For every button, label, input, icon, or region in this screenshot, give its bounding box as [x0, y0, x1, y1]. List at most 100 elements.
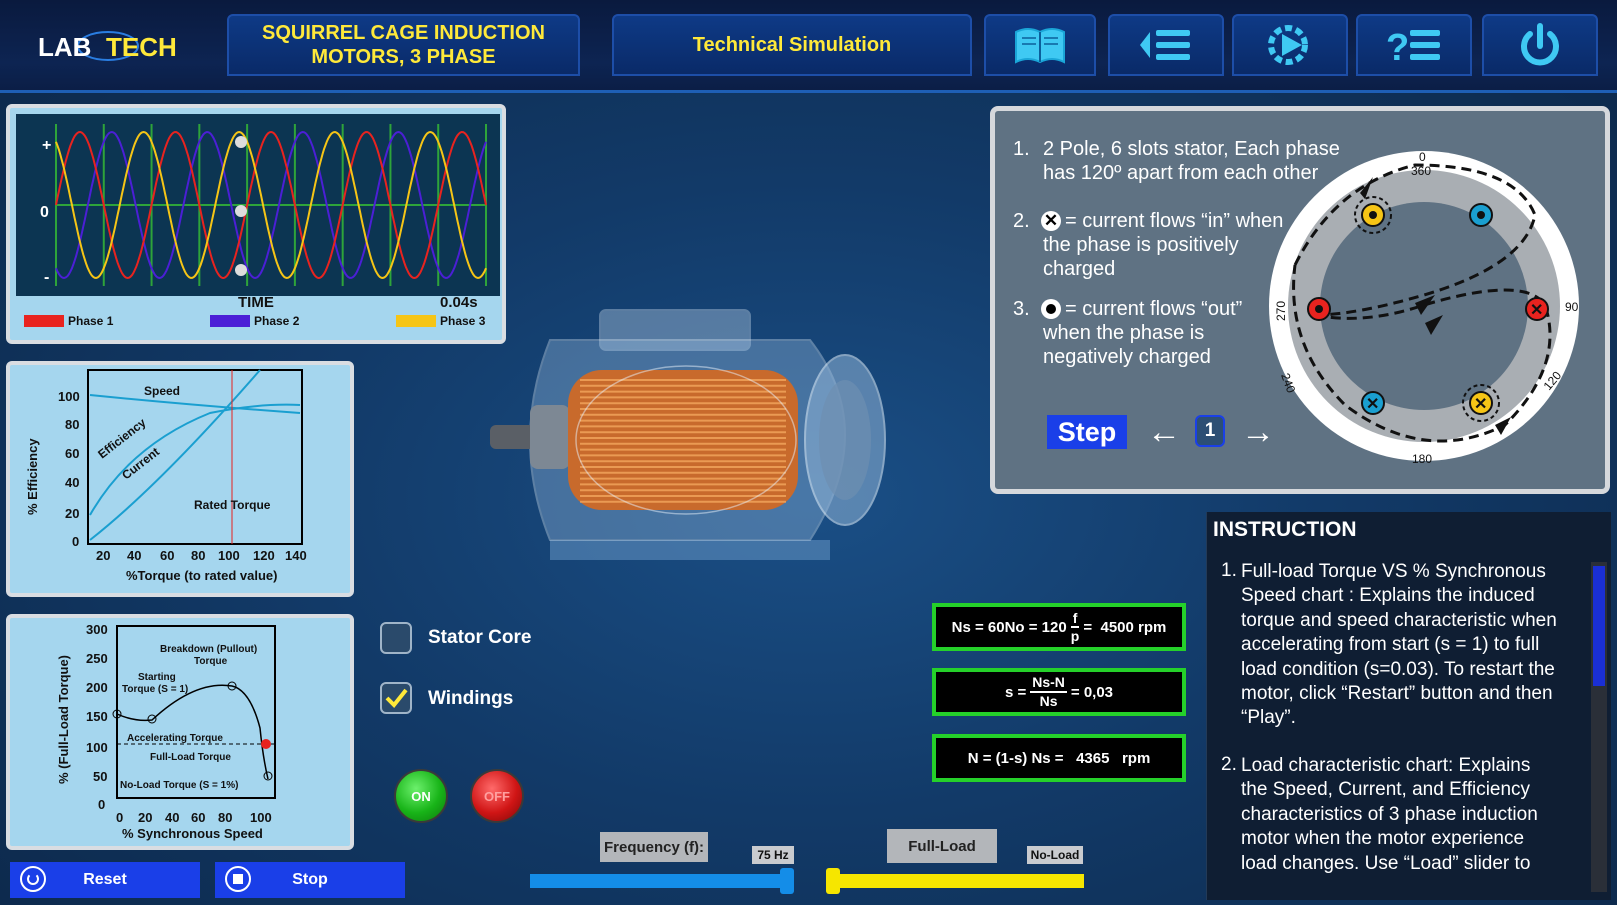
- stator-core-checkbox[interactable]: [380, 622, 412, 654]
- x-axis-label: % Synchronous Speed: [122, 826, 263, 841]
- full-load-label: Full-Load Torque: [150, 752, 231, 763]
- info-item-2: 2. ✕ = current flows “in” when the phase…: [1013, 209, 1283, 280]
- motor-3d-model[interactable]: [490, 300, 900, 580]
- current-out-icon: [1041, 299, 1061, 319]
- item-number: 1.: [1013, 138, 1030, 160]
- item-3-line-3: negatively charged: [1043, 346, 1211, 368]
- x-tick: 80: [191, 548, 205, 563]
- labtech-logo: LAB TECH: [36, 26, 177, 66]
- item-3-line-2: when the phase is: [1043, 322, 1205, 344]
- on-button[interactable]: ON: [394, 769, 448, 823]
- phase-marker: [235, 136, 247, 148]
- instruction-line: motor when the motor experience: [1241, 828, 1525, 850]
- instruction-title: INSTRUCTION: [1213, 518, 1357, 541]
- degree-90-label: 90: [1565, 300, 1579, 314]
- step-prev-button[interactable]: ←: [1147, 413, 1181, 452]
- torque-speed-chart: 300 250 200 150 100 50 0 0 20 40 60 80 1…: [56, 622, 276, 841]
- operating-point: [261, 739, 271, 749]
- simulation-button[interactable]: [1232, 14, 1348, 76]
- phase-3-swatch: [396, 315, 436, 327]
- legend-phase-2: Phase 2: [210, 314, 299, 328]
- off-button[interactable]: OFF: [470, 769, 524, 823]
- instruction-line: load changes. Use “Load” slider to: [1241, 852, 1531, 874]
- no-load-label: No-Load Torque (S = 1%): [120, 780, 238, 791]
- load-label: Full-Load: [887, 829, 997, 863]
- help-button[interactable]: ?: [1356, 14, 1472, 76]
- frequency-slider-thumb[interactable]: [780, 868, 794, 894]
- svg-text:TECH: TECH: [106, 32, 176, 62]
- svg-text:✕: ✕: [1366, 396, 1379, 413]
- y-tick: 40: [65, 475, 79, 490]
- instruction-scrollbar[interactable]: [1591, 562, 1607, 892]
- ns-equation-left: Ns = 60No = 120: [951, 618, 1067, 636]
- y-tick: 100: [86, 740, 108, 755]
- stop-button[interactable]: Stop: [215, 862, 405, 898]
- menu-button[interactable]: [1108, 14, 1224, 76]
- stator-diagram: 0 360 90 120 180 240 270 ✕ ✕ ✕: [1269, 150, 1579, 466]
- item-number: 3.: [1013, 298, 1030, 320]
- x-tick: 60: [160, 548, 174, 563]
- instruction-line: Full-load Torque VS % Synchronous: [1241, 561, 1546, 582]
- waveform-plot: + 0 -: [16, 114, 500, 296]
- x-tick: 60: [191, 810, 205, 825]
- frequency-slider[interactable]: [530, 868, 794, 894]
- x-tick: 100: [250, 810, 272, 825]
- instruction-line: motor, click “Restart” button and then: [1241, 683, 1553, 705]
- stator-info-panel: 1. 2 Pole, 6 slots stator, Each phase ha…: [990, 106, 1610, 494]
- frequency-label: Frequency (f):: [600, 832, 708, 862]
- time-value: 0.04s: [440, 294, 478, 311]
- waveform-panel: + 0 - TIME 0.04s Phase 1 Phase 2 Phase 3: [6, 104, 506, 344]
- menu-list-icon: [1140, 30, 1190, 60]
- x-tick: 0: [116, 810, 123, 825]
- starting-label-2: Torque (S = 1): [122, 684, 188, 695]
- step-label: Step: [1047, 415, 1127, 449]
- module-title: SQUIRREL CAGE INDUCTION MOTORS, 3 PHASE: [227, 14, 580, 76]
- load-slider-thumb[interactable]: [826, 868, 840, 894]
- starting-label: Starting: [138, 672, 176, 683]
- windings-checkbox[interactable]: [380, 682, 412, 714]
- x-tick: 20: [138, 810, 152, 825]
- reset-button[interactable]: Reset: [10, 862, 200, 898]
- instruction-panel: INSTRUCTION 1. Full-load Torque VS % Syn…: [1206, 512, 1611, 900]
- degree-0-label: 0: [1419, 150, 1426, 164]
- play-gear-icon: [1268, 25, 1308, 65]
- zero-label: 0: [40, 204, 49, 221]
- title-line-2: MOTORS, 3 PHASE: [311, 46, 496, 68]
- phase-marker: [235, 205, 247, 217]
- stop-icon: [225, 866, 251, 892]
- rated-torque-label: Rated Torque: [194, 498, 271, 512]
- instruction-item-1-number: 1.: [1221, 560, 1237, 581]
- y-tick: 0: [72, 534, 79, 549]
- phase-2-label: Phase 2: [254, 314, 300, 328]
- x-tick: 100: [218, 548, 240, 563]
- y-tick: 300: [86, 622, 108, 637]
- top-bar: LAB TECH SQUIRREL CAGE INDUCTION MOTORS,…: [0, 0, 1617, 93]
- frequency-slider-fill: [530, 874, 794, 888]
- instruction-line: load condition (s=0.03). To restart the: [1241, 658, 1555, 680]
- power-button[interactable]: [1482, 14, 1598, 76]
- book-button[interactable]: [984, 14, 1096, 76]
- instruction-line: the Speed, Current, and Efficiency: [1241, 779, 1531, 801]
- x-tick: 80: [218, 810, 232, 825]
- y-tick: 100: [58, 389, 80, 404]
- instruction-item-2: Load characteristic chart: Explains the …: [1241, 754, 1583, 876]
- instruction-item-2-number: 2.: [1221, 754, 1237, 775]
- instruction-item-1: Full-load Torque VS % Synchronous Speed …: [1241, 560, 1583, 731]
- ns-fraction-denominator: p: [1070, 628, 1080, 644]
- load-slider[interactable]: [826, 868, 1084, 894]
- reset-icon: [20, 866, 46, 892]
- x-tick: 40: [165, 810, 179, 825]
- technical-simulation-button[interactable]: Technical Simulation: [612, 14, 972, 76]
- scrollbar-thumb[interactable]: [1593, 566, 1605, 686]
- mode-label: Technical Simulation: [692, 34, 892, 56]
- y-tick: 80: [65, 417, 79, 432]
- x-tick: 120: [253, 548, 275, 563]
- svg-text:?: ?: [1386, 27, 1409, 66]
- info-item-1: 1. 2 Pole, 6 slots stator, Each phase ha…: [1013, 137, 1340, 184]
- svg-text:✕: ✕: [1474, 396, 1487, 413]
- instruction-line: torque and speed characteristic when: [1241, 609, 1557, 631]
- slip-equation-result: = 0,03: [1070, 683, 1114, 701]
- current-in-icon: ✕: [1041, 211, 1061, 231]
- instruction-line: “Play”.: [1241, 707, 1296, 729]
- item-2-line-1: = current flows “in” when: [1065, 210, 1284, 232]
